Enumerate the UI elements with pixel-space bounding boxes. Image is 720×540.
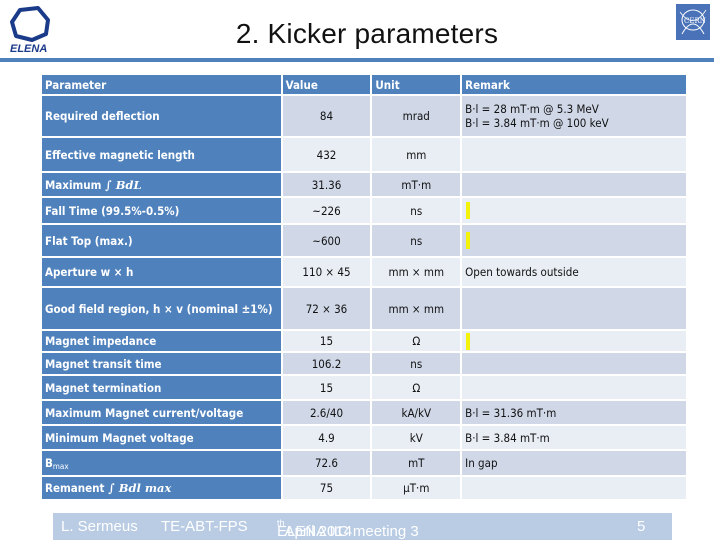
table-row: Magnet impedance 15 Ω <box>42 331 688 353</box>
unit-cell: mrad <box>372 96 463 138</box>
title-divider <box>0 58 714 62</box>
column-header-unit: Unit <box>372 75 463 96</box>
unit-cell: mT·m <box>372 173 463 198</box>
parameter-cell: Magnet transit time <box>42 353 283 376</box>
footer-author: L. Sermeus <box>61 518 138 535</box>
remark-cell <box>462 376 688 401</box>
unit-cell: mm × mm <box>372 288 463 331</box>
unit-cell: mm <box>372 138 463 173</box>
value-cell: 2.6/40 <box>282 401 373 426</box>
unit-cell: ns <box>372 198 463 225</box>
value-cell: 106.2 <box>282 353 373 376</box>
table-row: Maximum ∫ BdL 31.36 mT·m <box>42 173 688 198</box>
table-row: Good field region, h × v (nominal ±1%) 7… <box>42 288 688 331</box>
remark-cell <box>462 477 688 501</box>
kicker-parameters-table: Parameter Value Unit Remark Required def… <box>42 75 688 501</box>
parameter-cell: Good field region, h × v (nominal ±1%) <box>42 288 283 331</box>
value-cell: 110 × 45 <box>282 258 373 288</box>
remark-line: B·l = 3.84 mT·m @ 100 keV <box>465 116 609 130</box>
table-row: Minimum Magnet voltage 4.9 kV B·l = 3.84… <box>42 426 688 451</box>
parameter-cell: Remanent ∫ Bdl max <box>42 477 283 501</box>
unit-cell: mT <box>372 451 463 477</box>
footer-group: TE-ABT-FPS <box>161 518 248 535</box>
slide-footer: L. Sermeus TE-ABT-FPS ELENA IIC meeting … <box>53 513 672 540</box>
unit-cell: ns <box>372 225 463 258</box>
integral-expression: ∫ Bdl max <box>108 481 172 495</box>
unit-cell: mm × mm <box>372 258 463 288</box>
value-cell: ~226 <box>282 198 373 225</box>
parameter-cell: Magnet impedance <box>42 331 283 353</box>
table-row: Aperture w × h 110 × 45 mm × mm Open tow… <box>42 258 688 288</box>
value-cell: 31.36 <box>282 173 373 198</box>
parameter-prefix: B <box>45 455 53 470</box>
remark-cell: Open towards outside <box>462 258 688 288</box>
table-row: Remanent ∫ Bdl max 75 µT·m <box>42 477 688 501</box>
parameter-cell: Minimum Magnet voltage <box>42 426 283 451</box>
unit-cell: Ω <box>372 331 463 353</box>
value-cell: 4.9 <box>282 426 373 451</box>
column-header-remark: Remark <box>462 75 688 96</box>
unit-cell: µT·m <box>372 477 463 501</box>
column-header-value: Value <box>282 75 373 96</box>
remark-cell <box>462 353 688 376</box>
remark-cell: B·l = 3.84 mT·m <box>462 426 688 451</box>
value-cell: 15 <box>282 331 373 353</box>
table-row: Bmax 72.6 mT In gap <box>42 451 688 477</box>
remark-cell: B·l = 28 mT·m @ 5.3 MeV B·l = 3.84 mT·m … <box>462 96 688 138</box>
highlight-mark <box>466 232 471 249</box>
parameter-cell: Magnet termination <box>42 376 283 401</box>
highlight-mark <box>466 202 471 219</box>
remark-line: B·l = 28 mT·m @ 5.3 MeV <box>465 102 599 116</box>
value-cell: 72 × 36 <box>282 288 373 331</box>
table-header-row: Parameter Value Unit Remark <box>42 75 688 96</box>
value-cell: ~600 <box>282 225 373 258</box>
value-cell: 84 <box>282 96 373 138</box>
footer-event: ELENA IIC meeting 3th April 2014 <box>277 518 419 540</box>
remark-cell <box>462 198 688 225</box>
remark-cell <box>462 173 688 198</box>
parameter-cell: Fall Time (99.5%-0.5%) <box>42 198 283 225</box>
remark-cell <box>462 225 688 258</box>
parameter-cell: Required deflection <box>42 96 283 138</box>
remark-cell: In gap <box>462 451 688 477</box>
value-cell: 75 <box>282 477 373 501</box>
value-cell: 72.6 <box>282 451 373 477</box>
footer-event-suffix: April 2014 <box>284 523 353 540</box>
remark-cell <box>462 138 688 173</box>
table-row: Magnet transit time 106.2 ns <box>42 353 688 376</box>
remark-cell <box>462 331 688 353</box>
parameter-subscript: max <box>52 461 69 471</box>
table-row: Effective magnetic length 432 mm <box>42 138 688 173</box>
parameter-cell: Aperture w × h <box>42 258 283 288</box>
parameter-cell: Maximum Magnet current/voltage <box>42 401 283 426</box>
table-row: Fall Time (99.5%-0.5%) ~226 ns <box>42 198 688 225</box>
parameter-prefix: Maximum <box>45 177 102 192</box>
integral-expression: ∫ BdL <box>105 177 142 192</box>
value-cell: 15 <box>282 376 373 401</box>
parameter-cell: Bmax <box>42 451 283 477</box>
parameter-prefix: Remanent <box>45 481 105 495</box>
unit-cell: kV <box>372 426 463 451</box>
remark-cell: B·l = 31.36 mT·m <box>462 401 688 426</box>
parameter-cell: Effective magnetic length <box>42 138 283 173</box>
unit-cell: kA/kV <box>372 401 463 426</box>
footer-page-number: 5 <box>637 518 646 535</box>
remark-cell <box>462 288 688 331</box>
unit-cell: Ω <box>372 376 463 401</box>
table-row: Required deflection 84 mrad B·l = 28 mT·… <box>42 96 688 138</box>
unit-cell: ns <box>372 353 463 376</box>
parameter-cell: Maximum ∫ BdL <box>42 173 283 198</box>
table-row: Maximum Magnet current/voltage 2.6/40 kA… <box>42 401 688 426</box>
parameter-cell: Flat Top (max.) <box>42 225 283 258</box>
highlight-mark <box>466 332 471 350</box>
slide-title: 2. Kicker parameters <box>235 18 499 49</box>
column-header-parameter: Parameter <box>42 75 283 96</box>
value-cell: 432 <box>282 138 373 173</box>
table-row: Magnet termination 15 Ω <box>42 376 688 401</box>
table-row: Flat Top (max.) ~600 ns <box>42 225 688 258</box>
